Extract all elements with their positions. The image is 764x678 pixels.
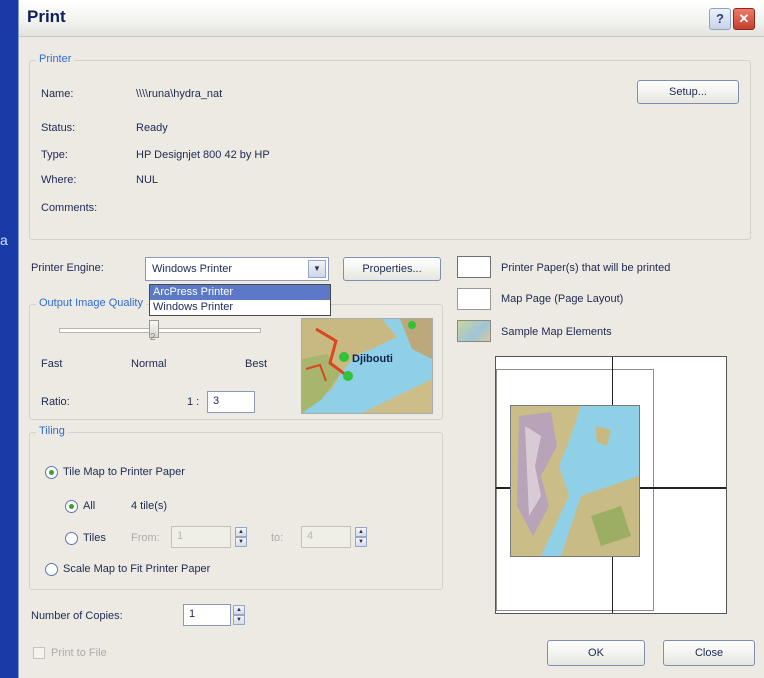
page-legend-swatch [457, 288, 491, 310]
background-edge-text: a [0, 232, 8, 248]
status-value: Ready [136, 122, 168, 134]
to-label: to: [271, 532, 284, 544]
all-tiles-radio[interactable] [65, 500, 78, 513]
ratio-prefix: 1 : [187, 396, 200, 408]
comments-label: Comments: [41, 202, 98, 214]
to-input[interactable]: 4 [301, 526, 351, 548]
tiles-range-radio[interactable] [65, 532, 78, 545]
type-label: Type: [41, 149, 68, 161]
preview-map-image [302, 319, 432, 413]
tile-map-label[interactable]: Tile Map to Printer Paper [63, 466, 185, 478]
map-elements-legend-label: Sample Map Elements [501, 326, 612, 338]
quality-fast-label: Fast [41, 358, 63, 370]
title-bar: Print ? ✕ [19, 0, 764, 37]
printer-engine-dropdown: ArcPress Printer Windows Printer [149, 284, 331, 316]
quality-slider-value: 2 [150, 332, 156, 343]
tiling-preview [495, 356, 727, 614]
paper-legend-swatch [457, 256, 491, 278]
dropdown-option-arcpress[interactable]: ArcPress Printer [150, 285, 330, 300]
quality-preview-map: Djibouti [301, 318, 433, 414]
tiles-range-label[interactable]: Tiles [83, 532, 106, 544]
map-elements-legend-swatch [457, 320, 491, 342]
printer-group-label: Printer [36, 53, 75, 65]
quality-slider-track[interactable] [59, 328, 261, 333]
scale-map-radio[interactable] [45, 563, 58, 576]
from-input[interactable]: 1 [171, 526, 231, 548]
ratio-input[interactable]: 3 [207, 391, 255, 413]
ok-button[interactable]: OK [547, 640, 645, 666]
to-spin-up-icon[interactable]: ▲ [355, 527, 367, 537]
page-legend-label: Map Page (Page Layout) [501, 293, 624, 305]
ratio-label: Ratio: [41, 396, 70, 408]
tiling-group-label: Tiling [36, 425, 68, 437]
printer-engine-value: Windows Printer [152, 263, 233, 275]
from-spin-up-icon[interactable]: ▲ [235, 527, 247, 537]
dropdown-option-windows[interactable]: Windows Printer [150, 300, 330, 315]
name-value: \\\\runa\hydra_nat [136, 88, 223, 100]
properties-button[interactable]: Properties... [343, 257, 441, 281]
close-button[interactable]: Close [663, 640, 755, 666]
tile-map-radio[interactable] [45, 466, 58, 479]
status-label: Status: [41, 122, 76, 134]
close-window-button[interactable]: ✕ [733, 8, 755, 30]
copies-input[interactable]: 1 [183, 604, 231, 626]
where-value: NUL [136, 174, 159, 186]
to-spin-down-icon[interactable]: ▼ [355, 537, 367, 547]
quality-best-label: Best [245, 358, 268, 370]
name-label: Name: [41, 88, 74, 100]
help-button[interactable]: ? [709, 8, 731, 30]
copies-label: Number of Copies: [31, 610, 123, 622]
quality-normal-label: Normal [131, 358, 167, 370]
setup-button[interactable]: Setup... [637, 80, 739, 104]
chevron-down-icon[interactable]: ▼ [308, 260, 326, 278]
all-tiles-label[interactable]: All [83, 500, 95, 512]
print-dialog: Print ? ✕ Printer Name: \\\\runa\hydra_n… [18, 0, 764, 678]
paper-legend-label: Printer Paper(s) that will be printed [501, 262, 671, 274]
copies-spin-up-icon[interactable]: ▲ [233, 605, 245, 615]
where-label: Where: [41, 174, 77, 186]
tile-count: 4 tile(s) [131, 500, 168, 512]
tiling-map-image [510, 405, 640, 557]
print-to-file-label[interactable]: Print to File [51, 647, 107, 659]
print-to-file-checkbox[interactable] [33, 647, 45, 659]
scale-map-label[interactable]: Scale Map to Fit Printer Paper [63, 563, 210, 575]
output-quality-label: Output Image Quality [36, 297, 146, 309]
preview-map-place-label: Djibouti [352, 353, 393, 365]
printer-engine-label: Printer Engine: [31, 262, 104, 274]
from-label: From: [131, 532, 160, 544]
type-value: HP Designjet 800 42 by HP [136, 149, 270, 161]
copies-spin-down-icon[interactable]: ▼ [233, 615, 245, 625]
dialog-title: Print [27, 7, 66, 26]
from-spin-down-icon[interactable]: ▼ [235, 537, 247, 547]
printer-engine-select[interactable]: Windows Printer ▼ [145, 257, 329, 281]
